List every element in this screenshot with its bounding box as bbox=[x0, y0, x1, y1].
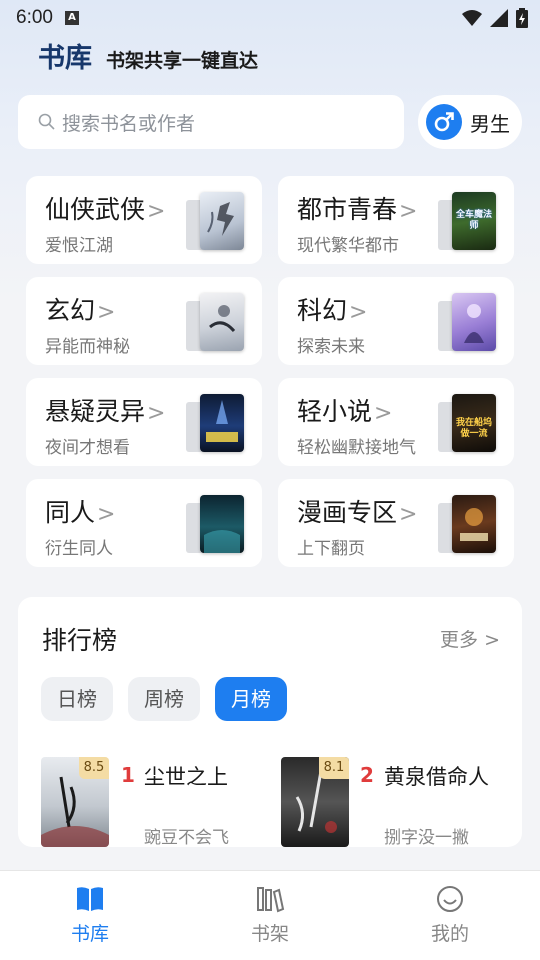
category-card-qingxiaoshuo[interactable]: 轻小说> 轻松幽默接地气 我在船坞做一流 bbox=[278, 378, 514, 466]
cover-title: 全车魔法师 bbox=[455, 210, 492, 231]
chevron-right-icon: > bbox=[97, 502, 116, 527]
category-subtitle: 夜间才想看 bbox=[45, 438, 130, 458]
book-title[interactable]: 尘世之上 bbox=[144, 761, 228, 791]
gender-switch-button[interactable]: 男生 bbox=[418, 95, 522, 149]
header-slogan: 书架共享一键直达 bbox=[106, 50, 259, 72]
page-title: 书库 bbox=[38, 43, 92, 74]
category-name: 都市青春> bbox=[297, 190, 417, 226]
smiley-icon bbox=[437, 886, 463, 912]
category-title: 漫画专区 bbox=[297, 498, 398, 527]
category-card-xuanhuan[interactable]: 玄幻> 异能而神秘 bbox=[26, 277, 262, 365]
book-cover bbox=[200, 394, 244, 452]
book-cover bbox=[200, 495, 244, 553]
category-subtitle: 爱恨江湖 bbox=[45, 236, 113, 256]
chevron-right-icon: > bbox=[147, 199, 166, 224]
chevron-right-icon: > bbox=[147, 401, 166, 426]
category-card-kehuan[interactable]: 科幻> 探索未来 bbox=[278, 277, 514, 365]
category-name: 同人> bbox=[45, 493, 115, 529]
nav-label: 书架 bbox=[250, 923, 289, 945]
battery-icon bbox=[516, 8, 528, 28]
book-cover bbox=[200, 293, 244, 351]
category-subtitle: 现代繁华都市 bbox=[297, 236, 399, 256]
category-subtitle: 异能而神秘 bbox=[45, 337, 130, 357]
category-name: 科幻> bbox=[297, 291, 367, 327]
category-name: 轻小说> bbox=[297, 392, 392, 428]
chevron-right-icon: > bbox=[97, 300, 116, 325]
wifi-icon bbox=[462, 10, 482, 26]
book-title[interactable]: 黄泉借命人 bbox=[384, 761, 489, 791]
category-title: 悬疑灵异 bbox=[45, 397, 146, 426]
nav-item-bookshelf[interactable]: 书架 bbox=[210, 885, 330, 951]
search-icon bbox=[38, 113, 55, 130]
book-cover: 全车魔法师 bbox=[452, 192, 496, 250]
search-placeholder: 搜索书名或作者 bbox=[62, 112, 196, 135]
book-score-badge: 8.5 bbox=[79, 757, 109, 779]
category-title: 同人 bbox=[45, 498, 96, 527]
search-input[interactable]: 搜索书名或作者 bbox=[18, 95, 404, 149]
notification-icon: A bbox=[64, 11, 79, 25]
bottom-nav: 书库 书架 我的 bbox=[0, 870, 540, 960]
category-subtitle: 上下翻页 bbox=[297, 539, 365, 559]
more-label: 更多 bbox=[440, 629, 479, 651]
status-bar: 6:00 A bbox=[0, 0, 540, 36]
book-cover bbox=[452, 293, 496, 351]
book-score-badge: 8.1 bbox=[319, 757, 349, 779]
category-name: 悬疑灵异> bbox=[45, 392, 165, 428]
nav-label: 我的 bbox=[430, 923, 469, 945]
chevron-right-icon: > bbox=[399, 502, 418, 527]
male-icon bbox=[426, 104, 462, 140]
bookshelf-icon bbox=[257, 887, 285, 913]
book-cover bbox=[452, 495, 496, 553]
ranking-title: 排行榜 bbox=[42, 626, 118, 655]
category-title: 轻小说 bbox=[297, 397, 373, 426]
category-name: 仙侠武侠> bbox=[45, 190, 165, 226]
status-time: 6:00 bbox=[16, 7, 53, 28]
nav-label: 书库 bbox=[70, 923, 109, 945]
book-cover[interactable]: 8.1 bbox=[281, 757, 349, 847]
ranking-card: 排行榜 更多 > 日榜 周榜 月榜 8.5 1 尘世之上 豌豆不会飞 8.1 2… bbox=[18, 597, 522, 847]
ranking-more-link[interactable]: 更多 > bbox=[440, 625, 500, 652]
tab-weekly[interactable]: 周榜 bbox=[128, 677, 200, 721]
tab-daily[interactable]: 日榜 bbox=[41, 677, 113, 721]
book-rank-number: 2 bbox=[360, 763, 374, 787]
chevron-right-icon: > bbox=[349, 300, 368, 325]
nav-item-library[interactable]: 书库 bbox=[30, 885, 150, 951]
category-name: 玄幻> bbox=[45, 291, 115, 327]
category-subtitle: 探索未来 bbox=[297, 337, 365, 357]
category-subtitle: 衍生同人 bbox=[45, 539, 113, 559]
signal-icon bbox=[490, 9, 508, 27]
status-icons bbox=[462, 8, 528, 28]
nav-item-profile[interactable]: 我的 bbox=[390, 885, 510, 951]
category-card-manhua[interactable]: 漫画专区> 上下翻页 bbox=[278, 479, 514, 567]
category-title: 科幻 bbox=[297, 296, 348, 325]
book-author: 豌豆不会飞 bbox=[144, 828, 229, 847]
chevron-right-icon: > bbox=[374, 401, 393, 426]
book-rank-number: 1 bbox=[121, 763, 135, 787]
category-title: 仙侠武侠 bbox=[45, 195, 146, 224]
book-cover[interactable]: 8.5 bbox=[41, 757, 109, 847]
cover-title: 我在船坞做一流 bbox=[455, 418, 492, 439]
book-author: 捌字没一撇 bbox=[384, 828, 469, 847]
header: 书库 书架共享一键直达 bbox=[38, 36, 258, 75]
book-cover bbox=[200, 192, 244, 250]
category-card-xianxia[interactable]: 仙侠武侠> 爱恨江湖 bbox=[26, 176, 262, 264]
category-card-xuanyi[interactable]: 悬疑灵异> 夜间才想看 bbox=[26, 378, 262, 466]
category-title: 都市青春 bbox=[297, 195, 398, 224]
category-name: 漫画专区> bbox=[297, 493, 417, 529]
category-title: 玄幻 bbox=[45, 296, 96, 325]
category-subtitle: 轻松幽默接地气 bbox=[297, 438, 416, 458]
gender-label: 男生 bbox=[470, 111, 510, 136]
book-open-icon bbox=[77, 887, 103, 911]
category-card-tongren[interactable]: 同人> 衍生同人 bbox=[26, 479, 262, 567]
book-cover: 我在船坞做一流 bbox=[452, 394, 496, 452]
chevron-right-icon: > bbox=[399, 199, 418, 224]
category-card-dushi[interactable]: 都市青春> 现代繁华都市 全车魔法师 bbox=[278, 176, 514, 264]
chevron-right-icon: > bbox=[484, 629, 500, 651]
tab-monthly[interactable]: 月榜 bbox=[215, 677, 287, 721]
